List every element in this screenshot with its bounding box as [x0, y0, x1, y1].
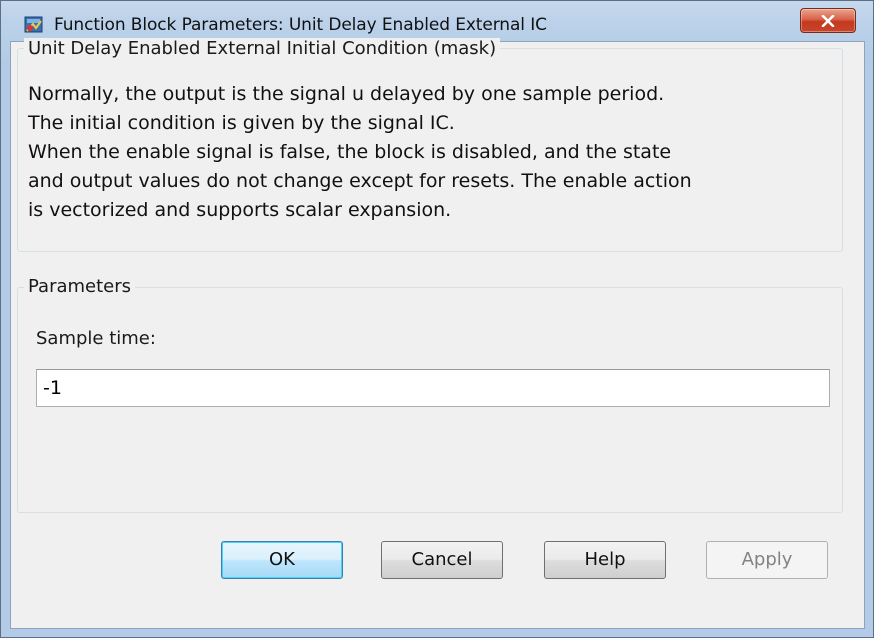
parameters-heading: Parameters — [24, 276, 136, 297]
description-text: Normally, the output is the signal u del… — [28, 80, 838, 225]
close-x-icon — [821, 15, 835, 27]
sample-time-input[interactable] — [36, 369, 830, 407]
title-bar[interactable]: Function Block Parameters: Unit Delay En… — [1, 1, 873, 41]
description-line: When the enable signal is false, the blo… — [28, 141, 672, 163]
dialog-window: Function Block Parameters: Unit Delay En… — [0, 0, 874, 638]
description-heading: Unit Delay Enabled External Initial Cond… — [24, 38, 501, 59]
sample-time-label: Sample time: — [36, 328, 156, 349]
simulink-block-icon — [24, 15, 44, 35]
help-button[interactable]: Help — [544, 541, 666, 579]
description-line: and output values do not change except f… — [28, 170, 692, 192]
ok-button[interactable]: OK — [221, 541, 343, 579]
description-line: The initial condition is given by the si… — [28, 112, 455, 134]
close-button[interactable] — [800, 8, 856, 33]
description-line: Normally, the output is the signal u del… — [28, 83, 665, 105]
description-line: is vectorized and supports scalar expans… — [28, 199, 452, 221]
apply-button[interactable]: Apply — [706, 541, 828, 579]
window-title: Function Block Parameters: Unit Delay En… — [54, 15, 547, 35]
cancel-button[interactable]: Cancel — [381, 541, 503, 579]
